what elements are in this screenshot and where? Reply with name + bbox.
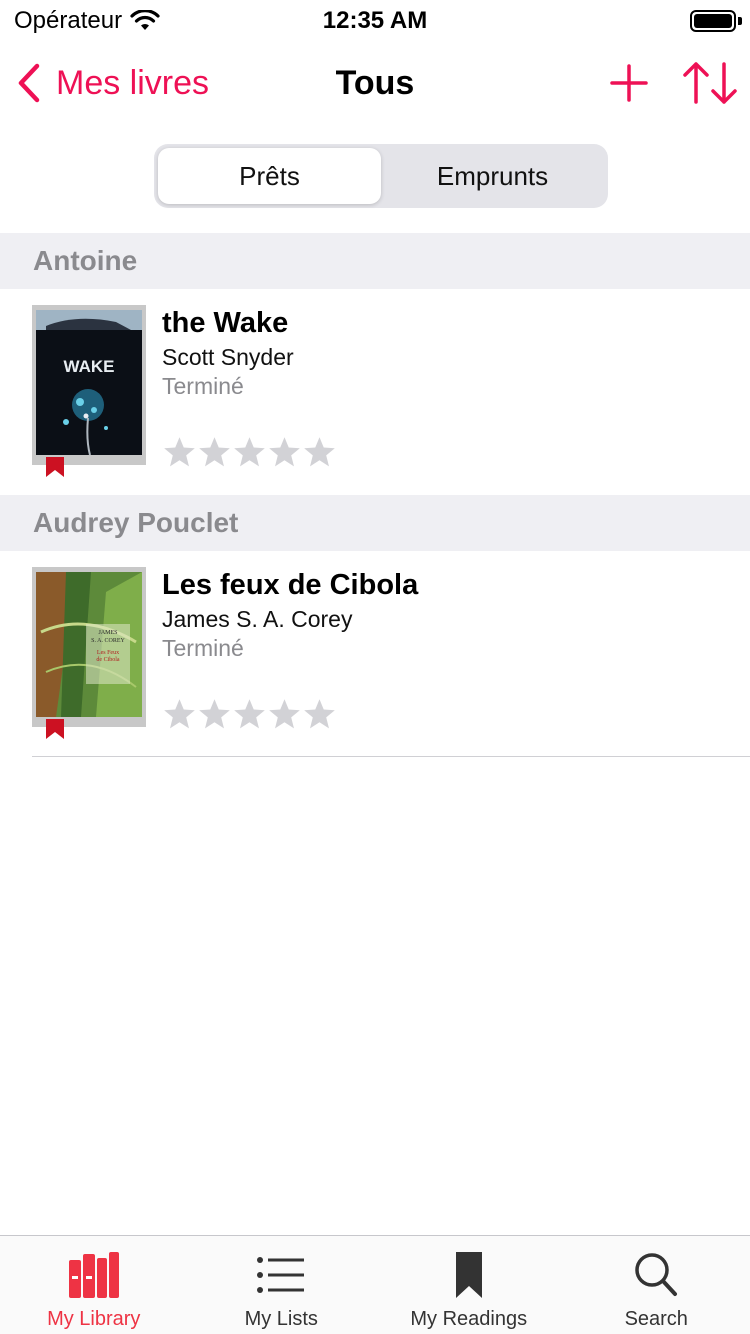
rating-stars[interactable] bbox=[162, 697, 337, 732]
star-icon[interactable] bbox=[302, 435, 337, 470]
sort-icon[interactable] bbox=[682, 60, 738, 106]
star-icon[interactable] bbox=[232, 697, 267, 732]
section-header: Audrey Pouclet bbox=[0, 495, 750, 551]
book-status: Terminé bbox=[162, 635, 244, 661]
tab-bar: My Library My Lists My Readings Search bbox=[0, 1235, 750, 1334]
tab-my-readings[interactable]: My Readings bbox=[375, 1236, 563, 1334]
bookmark-ribbon-icon bbox=[46, 457, 64, 477]
svg-text:S. A. COREY: S. A. COREY bbox=[91, 638, 125, 644]
list-icon bbox=[257, 1257, 305, 1293]
book-cover: JAMES S. A. COREY Les Feux de Cibola bbox=[32, 567, 146, 727]
section-header: Antoine bbox=[0, 233, 750, 289]
star-icon[interactable] bbox=[162, 435, 197, 470]
tab-label: My Readings bbox=[410, 1308, 528, 1330]
star-icon[interactable] bbox=[302, 697, 337, 732]
battery-icon bbox=[690, 10, 736, 32]
svg-text:de Cibola: de Cibola bbox=[96, 657, 119, 663]
magnifier-icon bbox=[635, 1253, 678, 1296]
book-author: James S. A. Corey bbox=[162, 606, 353, 632]
segment-prets[interactable]: Prêts bbox=[158, 148, 381, 204]
section-header-label: Audrey Pouclet bbox=[33, 507, 239, 538]
section-header-label: Antoine bbox=[33, 245, 138, 276]
bookmark-ribbon-icon bbox=[46, 719, 64, 739]
cover-image-the-wake: WAKE bbox=[36, 310, 142, 456]
book-cover: WAKE bbox=[32, 305, 146, 465]
svg-text:WAKE: WAKE bbox=[64, 357, 115, 376]
book-status: Terminé bbox=[162, 373, 244, 399]
battery-nub bbox=[738, 17, 742, 25]
tab-label: Search bbox=[624, 1308, 688, 1330]
clock: 12:35 AM bbox=[322, 7, 428, 34]
book-author: Scott Snyder bbox=[162, 344, 294, 370]
status-bar: Opérateur 12:35 AM bbox=[0, 0, 750, 40]
tab-label: My Lists bbox=[244, 1308, 318, 1330]
star-icon[interactable] bbox=[232, 435, 267, 470]
tab-label: My Library bbox=[47, 1308, 141, 1330]
tab-search[interactable]: Search bbox=[563, 1236, 750, 1334]
rating-stars[interactable] bbox=[162, 435, 337, 470]
tab-my-library[interactable]: My Library bbox=[0, 1236, 188, 1334]
cover-image-les-feux-de-cibola: JAMES S. A. COREY Les Feux de Cibola bbox=[36, 572, 142, 717]
svg-text:JAMES: JAMES bbox=[98, 630, 117, 636]
loans-segmented-control: Prêts Emprunts bbox=[154, 144, 608, 208]
book-row[interactable]: JAMES S. A. COREY Les Feux de Cibola Les… bbox=[0, 551, 750, 757]
bookmark-icon bbox=[455, 1252, 482, 1298]
book-title: the Wake bbox=[162, 307, 289, 339]
segment-emprunts[interactable]: Emprunts bbox=[381, 148, 604, 204]
add-icon[interactable] bbox=[608, 62, 650, 104]
row-divider bbox=[32, 756, 750, 757]
book-row[interactable]: WAKE the Wake Scott Snyder Terminé bbox=[0, 289, 750, 495]
book-title: Les feux de Cibola bbox=[162, 569, 419, 601]
svg-text:Les Feux: Les Feux bbox=[97, 650, 119, 656]
library-books-icon bbox=[68, 1252, 119, 1298]
star-icon[interactable] bbox=[162, 697, 197, 732]
star-icon[interactable] bbox=[267, 435, 302, 470]
star-icon[interactable] bbox=[197, 697, 232, 732]
tab-my-lists[interactable]: My Lists bbox=[188, 1236, 376, 1334]
star-icon[interactable] bbox=[267, 697, 302, 732]
star-icon[interactable] bbox=[197, 435, 232, 470]
navigation-bar: Mes livres Tous bbox=[0, 40, 750, 128]
